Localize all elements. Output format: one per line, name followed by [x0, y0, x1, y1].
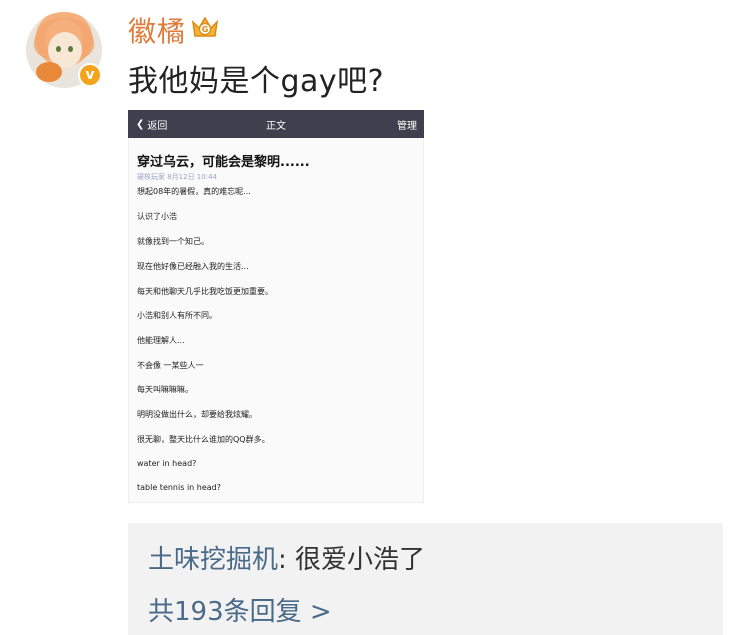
comment-preview[interactable]: 土味挖掘机: 很爱小浩了 共193条回复 > [128, 523, 723, 635]
article-line: 他能理解人... [137, 336, 185, 345]
article-line: table tennis in head? [137, 483, 221, 492]
crown-g-icon: G [191, 16, 219, 37]
article-line: water in head? [137, 459, 197, 468]
top-comment[interactable]: 土味挖掘机: 很爱小浩了 [148, 539, 425, 576]
article-meta: 硬核玩家 8月12日 10:44 [137, 173, 217, 181]
embedded-screenshot[interactable]: ❮ 返回 正文 管理 穿过乌云，可能会是黎明...... 硬核玩家 8月12日 … [128, 110, 424, 503]
article-line: 想起08年的暑假，真的难忘呢... [137, 187, 251, 196]
article-line: 小浩和别人有所不同。 [137, 311, 217, 320]
navbar: ❮ 返回 正文 管理 [128, 110, 424, 138]
article-title: 穿过乌云，可能会是黎明...... [137, 155, 310, 170]
nav-title: 正文 [266, 121, 286, 132]
avatar-eye [68, 46, 73, 52]
username[interactable]: 徽橘 [128, 10, 186, 50]
article-line: 每天叫嘛嘛嘛。 [137, 385, 193, 394]
comment-author[interactable]: 土味挖掘机 [148, 545, 278, 575]
article-line: 现在他好像已经融入我的生活... [137, 262, 249, 271]
avatar-toy [36, 62, 62, 82]
article-line: 每天和他聊天几乎比我吃饭更加重要。 [137, 287, 273, 296]
article-line: 很无聊，整天比什么谁加的QQ群多。 [137, 435, 270, 444]
article-line: 不会像 一某些人一 [137, 361, 204, 370]
comment-text: 很爱小浩了 [295, 545, 426, 575]
comment-separator: : [278, 545, 296, 575]
post-text: 我他妈是个gay吧? [128, 64, 385, 99]
avatar-eye [56, 46, 61, 52]
article-line: 认识了小浩 [137, 212, 177, 221]
svg-text:G: G [202, 25, 209, 34]
article-line: 就像找到一个知己。 [137, 237, 209, 246]
verified-v-icon: v [78, 63, 102, 87]
article-line: 明明没做出什么，却要给我炫耀。 [137, 410, 257, 419]
manage-button: 管理 [397, 121, 417, 132]
reply-count-link[interactable]: 共193条回复 > [148, 591, 332, 628]
